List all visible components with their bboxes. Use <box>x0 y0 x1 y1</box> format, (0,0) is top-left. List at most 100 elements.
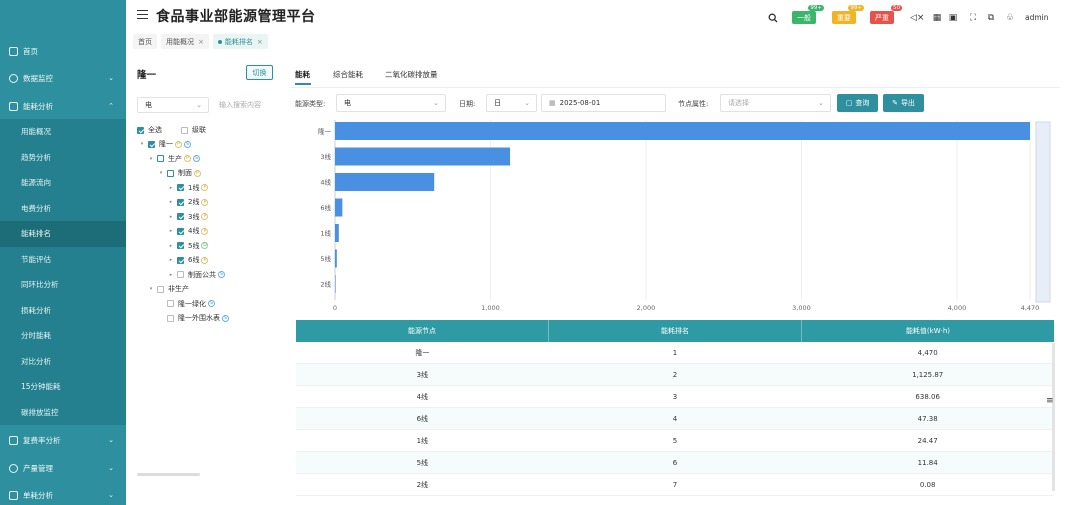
table-row[interactable]: 4线 3 638.06 <box>296 386 1054 408</box>
sidebar-subitem[interactable]: 碳排放监控 <box>0 399 126 425</box>
sidebar-subitem[interactable]: 15分钟能耗 <box>0 374 126 400</box>
screen-icon[interactable]: ▣ <box>948 13 958 23</box>
sidebar-subitem[interactable]: 损耗分析 <box>0 297 126 323</box>
node-attr-select[interactable]: 请选择 ⌄ <box>720 94 831 112</box>
expand-caret-icon[interactable]: ▸ <box>167 228 175 234</box>
grid-icon[interactable]: ▦ <box>932 13 942 23</box>
sidebar-subitem[interactable]: 节能评估 <box>0 246 126 272</box>
column-header[interactable]: 能源节点 <box>296 320 549 342</box>
expand-caret-icon[interactable]: ▸ <box>167 214 175 220</box>
tab-home[interactable]: 首页 <box>133 34 157 49</box>
chart-bar[interactable] <box>335 122 1030 140</box>
table-row[interactable]: 1线 5 24.47 <box>296 430 1054 452</box>
checkbox[interactable] <box>167 314 174 322</box>
date-unit-select[interactable]: 日 ⌄ <box>486 94 537 112</box>
sidebar-item-unit-consumption[interactable]: 单耗分析 ⌄ <box>0 482 126 505</box>
checkbox[interactable] <box>177 184 184 191</box>
column-header[interactable]: 能耗排名 <box>549 320 802 342</box>
expand-caret-icon[interactable]: ▸ <box>167 185 175 191</box>
chart-bar[interactable] <box>335 224 339 242</box>
tree-node[interactable]: ▸ 6线 P <box>167 254 209 266</box>
date-picker[interactable]: ▦ 2025-08-01 <box>541 94 666 112</box>
chart-bar[interactable] <box>335 249 337 268</box>
tab-energy-ranking[interactable]: 能耗排名 × <box>212 34 268 49</box>
expand-caret-icon[interactable]: ▾ <box>157 170 165 176</box>
sidebar-item-home[interactable]: 首页 <box>0 38 126 64</box>
sidebar-item-data-monitor[interactable]: 数据监控 ⌄ <box>0 65 126 91</box>
volume-icon[interactable]: ◁× <box>910 13 924 23</box>
checkbox[interactable] <box>177 271 184 278</box>
alarm-badge-general[interactable]: 一般 99+ <box>792 5 824 24</box>
export-button[interactable]: ✎ 导出 <box>883 94 924 112</box>
tab-energy-overview[interactable]: 用能概况 × <box>161 34 209 49</box>
user-name[interactable]: admin <box>1025 13 1049 22</box>
table-row[interactable]: 3线 2 1,125.87 <box>296 364 1054 386</box>
sidebar-subitem[interactable]: 电费分析 <box>0 195 126 221</box>
expand-caret-icon[interactable]: ▸ <box>167 257 175 263</box>
sidebar-item-energy-analysis[interactable]: 能耗分析 ⌃ <box>0 93 126 119</box>
table-row[interactable]: 5线 6 11.84 <box>296 452 1054 474</box>
fullscreen-icon[interactable]: ⛶ <box>968 13 978 23</box>
chart-bar[interactable] <box>335 198 343 217</box>
expand-caret-icon[interactable]: ▸ <box>167 243 175 249</box>
sidebar-subitem[interactable]: 能源流向 <box>0 170 126 196</box>
sidebar-subitem[interactable]: 用能概况 <box>0 119 126 145</box>
checkbox[interactable] <box>167 300 174 307</box>
sidebar-item-rate-analysis[interactable]: 复费率分析 ⌄ <box>0 427 126 453</box>
tree-node[interactable]: 隆一外围水表 S <box>157 312 229 324</box>
checkbox[interactable] <box>177 256 184 264</box>
tree-node[interactable]: ▾ 隆一 P S <box>138 138 191 150</box>
tree-node[interactable]: ▸ 5线 D <box>167 240 209 252</box>
checkbox[interactable] <box>157 285 164 293</box>
horizontal-scrollbar[interactable] <box>137 473 200 476</box>
tree-node[interactable]: ▸ 制面公共 S <box>167 269 225 281</box>
vertical-scrollbar[interactable] <box>1052 343 1055 491</box>
tree-node[interactable]: ▸ 3线 P <box>167 211 209 223</box>
switch-button[interactable]: 切换 <box>246 65 273 80</box>
sidebar-subitem[interactable]: 同环比分析 <box>0 272 126 298</box>
alarm-badge-important[interactable]: 重要 99+ <box>832 5 864 24</box>
chart-bar[interactable] <box>335 275 336 293</box>
tab-co2-emission[interactable]: 二氧化碳排放量 <box>385 69 438 80</box>
table-row[interactable]: 2线 7 0.08 <box>296 474 1054 496</box>
settings-menu-icon[interactable]: ≡ <box>1046 396 1054 406</box>
tree-node[interactable]: ▸ 4线 P <box>167 225 209 237</box>
sidebar-subitem[interactable]: 趋势分析 <box>0 144 126 170</box>
sidebar-subitem[interactable]: 分时能耗 <box>0 323 126 349</box>
column-header[interactable]: 能耗值(kW·h) <box>802 320 1054 342</box>
expand-caret-icon[interactable]: ▾ <box>147 286 155 292</box>
tree-node[interactable]: ▾ 生产 P S <box>147 153 200 165</box>
checkbox[interactable] <box>167 169 174 177</box>
checkbox[interactable] <box>157 155 164 162</box>
alarm-badge-severe[interactable]: 严重 50 <box>870 5 902 24</box>
expand-caret-icon[interactable]: ▸ <box>167 272 175 278</box>
close-icon[interactable]: × <box>257 38 263 46</box>
cascade-checkbox[interactable]: 级联 <box>181 124 206 136</box>
expand-caret-icon[interactable]: ▸ <box>167 199 175 205</box>
energy-type-select[interactable]: 电 ⌄ <box>336 94 446 112</box>
tree-node[interactable]: 隆一绿化 S <box>157 298 215 310</box>
checkbox[interactable] <box>177 227 184 235</box>
checkbox[interactable] <box>177 213 184 220</box>
chart-bar[interactable] <box>335 173 435 191</box>
table-row[interactable]: 隆一 1 4,470 <box>296 342 1054 364</box>
checkbox[interactable] <box>137 126 144 134</box>
sidebar-subitem-active[interactable]: 能耗排名 <box>0 221 126 247</box>
tree-node[interactable]: ▾ 制面 P <box>157 167 201 179</box>
tab-energy[interactable]: 能耗 <box>295 69 310 80</box>
sidebar-item-output[interactable]: 产量管理 ⌄ <box>0 455 126 481</box>
translate-icon[interactable]: ⧉ <box>986 13 996 23</box>
expand-caret-icon[interactable]: ▾ <box>147 156 155 162</box>
sidebar-subitem[interactable]: 对比分析 <box>0 348 126 374</box>
chart-bar[interactable] <box>335 147 511 166</box>
tree-search-input[interactable]: 输入搜索内容 <box>213 97 282 113</box>
checkbox[interactable] <box>181 126 188 134</box>
search-icon[interactable] <box>768 13 778 23</box>
tab-comprehensive-energy[interactable]: 综合能耗 <box>333 69 363 80</box>
checkbox[interactable] <box>177 198 184 206</box>
checkbox[interactable] <box>177 242 184 249</box>
chart-zoom-slider[interactable] <box>1035 121 1051 303</box>
energy-select[interactable]: 电 ⌄ <box>137 97 209 113</box>
shirt-icon[interactable]: ♧ <box>1005 13 1015 23</box>
tree-node[interactable]: ▸ 2线 P <box>167 196 209 208</box>
